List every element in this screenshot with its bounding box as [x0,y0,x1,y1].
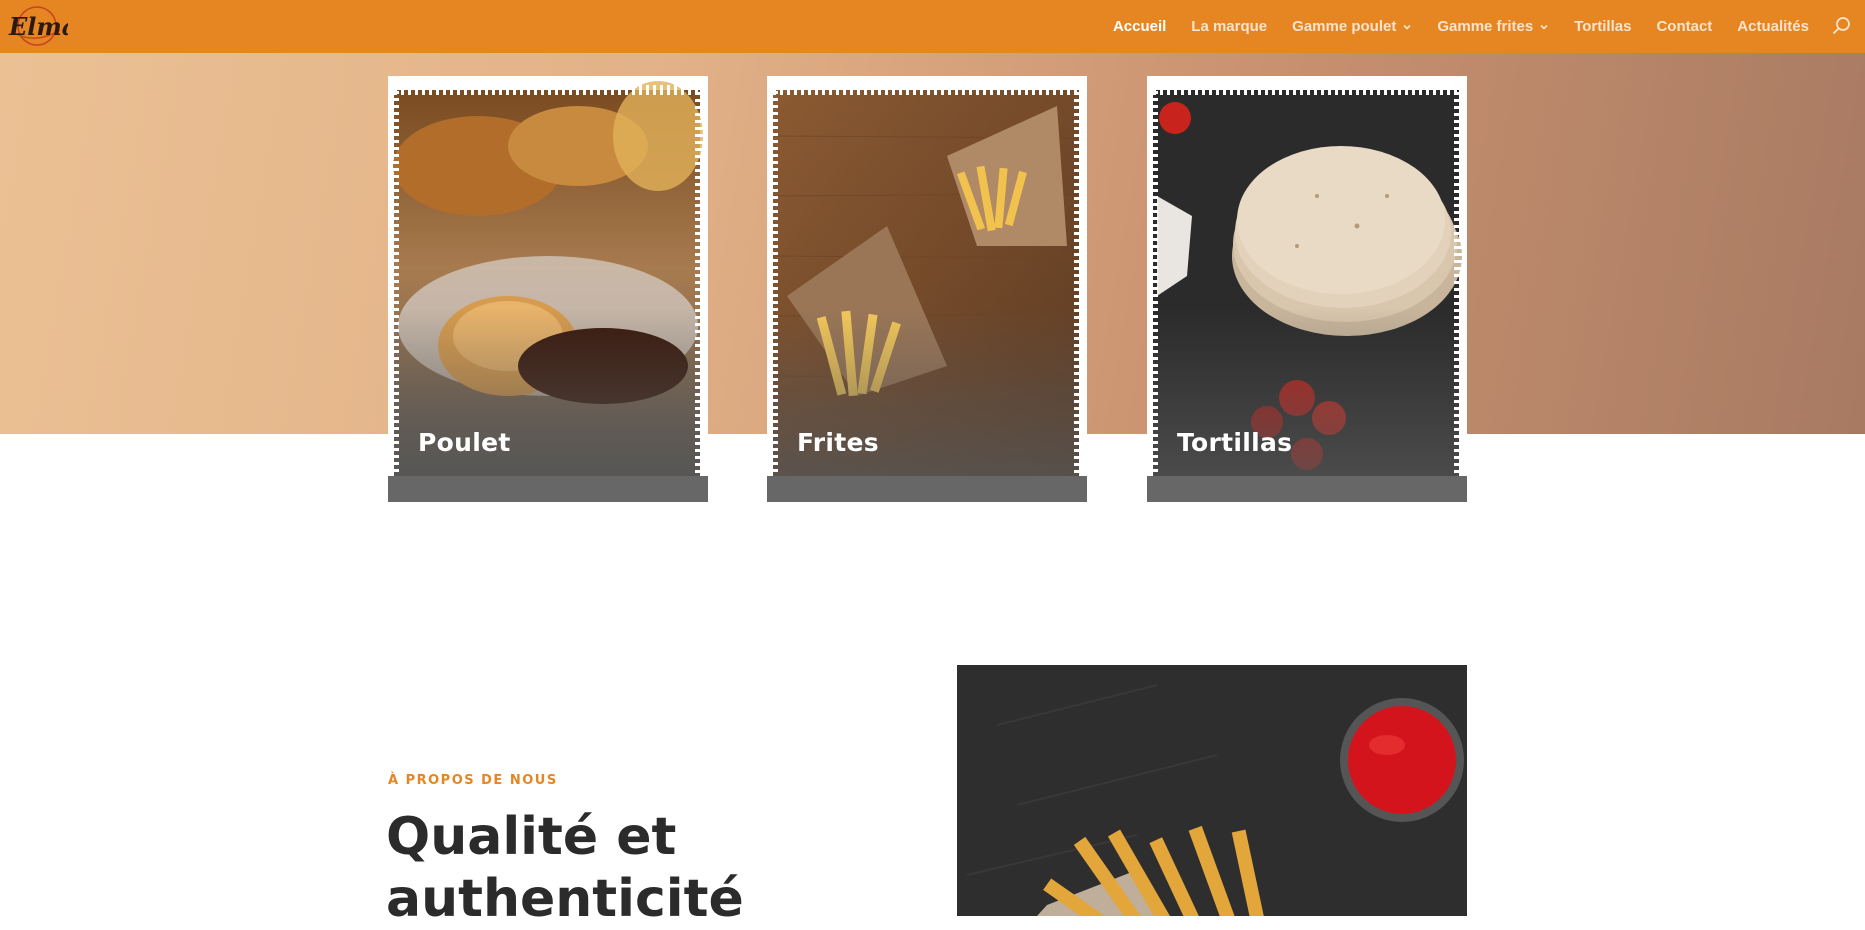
nav-label: Gamme poulet [1292,18,1397,35]
nav-item-la-marque[interactable]: La marque [1191,18,1267,35]
nav-item-tortillas[interactable]: Tortillas [1574,18,1631,35]
main-nav: Accueil La marque Gamme poulet Gamme fri… [1113,0,1809,53]
chevron-down-icon [1540,24,1548,30]
category-card-frites[interactable]: Frites [767,76,1087,502]
category-card-poulet[interactable]: Poulet [388,76,708,502]
nav-label: Gamme frites [1437,18,1534,35]
nav-item-accueil[interactable]: Accueil [1113,18,1166,35]
category-card-tortillas[interactable]: Tortillas [1147,76,1467,502]
search-icon[interactable] [1831,15,1853,37]
chevron-down-icon [1403,24,1411,30]
nav-label: Tortillas [1574,18,1632,35]
elma-logo[interactable]: Elma [6,4,68,48]
svg-text:Elma: Elma [8,12,68,41]
fries-with-ketchup-photo [957,665,1467,916]
about-title: Qualité et authenticité [386,807,744,929]
site-header: Elma Accueil La marque Gamme poulet Gamm… [0,0,1865,53]
nav-item-gamme-poulet[interactable]: Gamme poulet [1292,18,1412,35]
nav-item-gamme-frites[interactable]: Gamme frites [1437,18,1549,35]
category-card-label: Tortillas [1177,428,1293,457]
about-kicker: À PROPOS DE NOUS [388,773,558,788]
nav-item-actualites[interactable]: Actualités [1737,18,1809,35]
category-card-label: Frites [797,428,879,457]
category-card-label: Poulet [418,428,511,457]
nav-label: Actualités [1737,18,1809,35]
nav-label: La marque [1191,18,1268,35]
nav-label: Contact [1656,18,1713,35]
nav-label: Accueil [1112,18,1167,35]
nav-item-contact[interactable]: Contact [1656,18,1712,35]
